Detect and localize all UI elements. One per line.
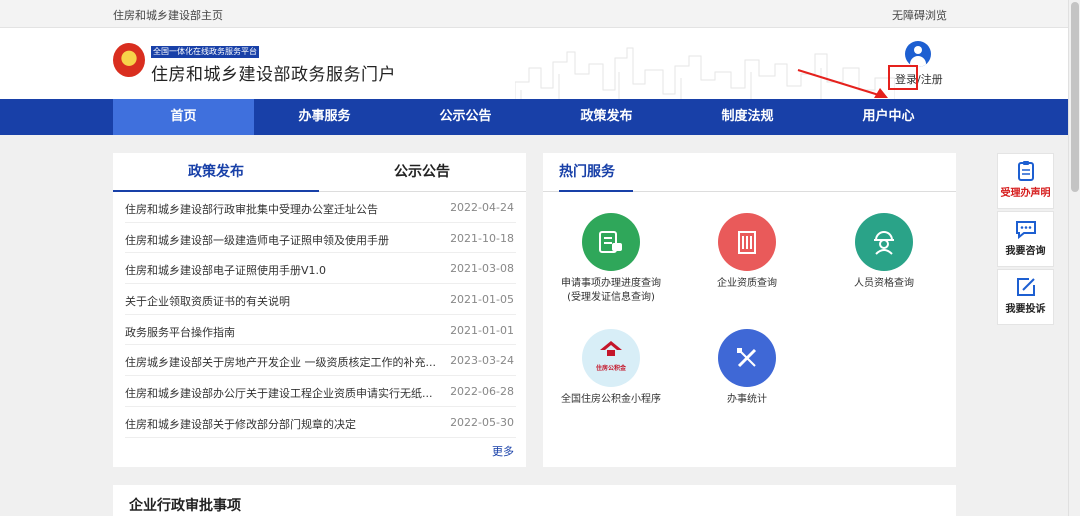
progress-query-icon	[582, 213, 640, 271]
register-link[interactable]: 注册	[921, 73, 943, 86]
news-title[interactable]: 住房和城乡建设部电子证照使用手册V1.0	[125, 262, 445, 278]
news-list: 住房和城乡建设部行政审批集中受理办公室迁址公告 2022-04-24 住房和城乡建…	[113, 192, 526, 438]
side-widget-statement[interactable]: 受理办声明	[997, 153, 1054, 209]
site-header: 全国一体化在线政务服务平台 住房和城乡建设部政务服务门户 登录/注册	[0, 28, 1068, 99]
service-statistics[interactable]: 办事统计	[687, 329, 807, 407]
site-title: 住房和城乡建设部政务服务门户	[151, 65, 396, 85]
news-date: 2021-10-18	[450, 231, 514, 245]
housing-fund-logo-text: 住房公积金	[595, 365, 626, 372]
news-title[interactable]: 住房和城乡建设部一级建造师电子证照申领及使用手册	[125, 232, 445, 248]
ministry-home-link[interactable]: 住房和城乡建设部主页	[113, 7, 223, 23]
service-label: 企业资质查询	[717, 278, 777, 289]
list-item[interactable]: 住房和城乡建设部电子证照使用手册V1.0 2021-03-08	[125, 253, 516, 285]
news-date: 2021-01-01	[450, 323, 514, 337]
main-nav: 首页 办事服务 公示公告 政策发布 制度法规 用户中心	[0, 99, 1068, 135]
statistics-pencil-icon	[718, 329, 776, 387]
list-item[interactable]: 住房和城乡建设部关于修改部分部门规章的决定 2022-05-30	[125, 407, 516, 438]
list-item[interactable]: 住房和城乡建设部一级建造师电子证照申领及使用手册 2021-10-18	[125, 223, 516, 254]
list-item[interactable]: 政务服务平台操作指南 2021-01-01	[125, 315, 516, 346]
news-title[interactable]: 住房和城乡建设部行政审批集中受理办公室迁址公告	[125, 201, 445, 217]
service-label: 全国住房公积金小程序	[561, 394, 661, 405]
platform-tag: 全国一体化在线政务服务平台	[151, 46, 259, 58]
service-housing-fund-miniprogram[interactable]: 住房公积金 全国住房公积金小程序	[551, 329, 671, 407]
news-date: 2023-03-24	[450, 354, 514, 368]
nav-services[interactable]: 办事服务	[254, 99, 395, 135]
news-date: 2022-05-30	[450, 415, 514, 429]
hot-services-title: 热门服务	[559, 153, 633, 192]
user-avatar-icon[interactable]	[905, 41, 931, 67]
news-title[interactable]: 政务服务平台操作指南	[125, 324, 445, 340]
service-label: 人员资格查询	[854, 278, 914, 289]
chat-bubble-icon	[1015, 218, 1037, 240]
enterprise-section-title: 企业行政审批事项	[129, 498, 241, 514]
scrollbar-thumb[interactable]	[1071, 2, 1079, 192]
tab-announcements[interactable]: 公示公告	[319, 153, 525, 192]
national-emblem-logo	[113, 43, 145, 77]
tab-policy[interactable]: 政策发布	[113, 153, 319, 192]
housing-fund-logo: 住房公积金	[582, 329, 640, 387]
list-item[interactable]: 住房城乡建设部关于房地产开发企业 一级资质核定工作的补充... 2023-03-2…	[125, 345, 516, 377]
news-date: 2022-04-24	[450, 201, 514, 214]
news-title[interactable]: 住房和城乡建设部关于修改部分部门规章的决定	[125, 416, 445, 432]
news-date: 2021-03-08	[450, 262, 514, 276]
nav-policy[interactable]: 政策发布	[536, 99, 677, 135]
list-item[interactable]: 住房和城乡建设部办公厅关于建设工程企业资质申请实行无纸... 2022-06-28	[125, 376, 516, 407]
nav-user-center[interactable]: 用户中心	[818, 99, 959, 135]
news-title[interactable]: 住房和城乡建设部办公厅关于建设工程企业资质申请实行无纸...	[125, 385, 445, 401]
service-personnel-qualification[interactable]: 人员资格查询	[824, 213, 944, 291]
list-item[interactable]: 住房和城乡建设部行政审批集中受理办公室迁址公告 2022-04-24	[125, 192, 516, 223]
worker-helmet-icon	[855, 213, 913, 271]
service-label: 办事统计	[727, 394, 767, 405]
hot-services-header: 热门服务	[543, 153, 956, 192]
side-widget-complaint[interactable]: 我要投诉	[997, 269, 1054, 325]
hot-services-panel: 热门服务 申请事项办理进度查询 (受理发证信息查询) 企业资质查询 人员资格查询…	[543, 153, 956, 467]
accessibility-link[interactable]: 无障碍浏览	[892, 7, 947, 23]
policy-tabs: 政策发布 公示公告	[113, 153, 526, 192]
nav-announcements[interactable]: 公示公告	[395, 99, 536, 135]
service-enterprise-qualification[interactable]: 企业资质查询	[687, 213, 807, 291]
policy-panel: 政策发布 公示公告 住房和城乡建设部行政审批集中受理办公室迁址公告 2022-04…	[113, 153, 526, 467]
top-bar: 住房和城乡建设部主页 无障碍浏览	[0, 0, 1068, 28]
edit-icon	[1015, 276, 1037, 298]
news-title[interactable]: 关于企业领取资质证书的有关说明	[125, 293, 445, 309]
news-title[interactable]: 住房城乡建设部关于房地产开发企业 一级资质核定工作的补充...	[125, 354, 445, 370]
enterprise-building-icon	[718, 213, 776, 271]
side-widget-consult[interactable]: 我要咨询	[997, 211, 1054, 267]
side-widget-label: 我要投诉	[1005, 304, 1046, 315]
list-item[interactable]: 关于企业领取资质证书的有关说明 2021-01-05	[125, 284, 516, 315]
news-date: 2021-01-05	[450, 293, 514, 307]
service-label: 申请事项办理进度查询 (受理发证信息查询)	[561, 278, 661, 303]
enterprise-approval-section: 企业行政审批事项	[113, 485, 956, 516]
nav-regulations[interactable]: 制度法规	[677, 99, 818, 135]
side-widget-label: 受理办声明	[1000, 188, 1051, 199]
page-scrollbar[interactable]	[1068, 0, 1080, 516]
side-widget-label: 我要咨询	[1005, 246, 1046, 257]
news-date: 2022-06-28	[450, 385, 514, 399]
nav-home[interactable]: 首页	[113, 99, 254, 135]
clipboard-icon	[1015, 160, 1037, 182]
red-pointer-arrow-icon	[797, 69, 888, 98]
service-progress-query[interactable]: 申请事项办理进度查询 (受理发证信息查询)	[551, 213, 671, 305]
more-link[interactable]: 更多	[492, 443, 514, 459]
